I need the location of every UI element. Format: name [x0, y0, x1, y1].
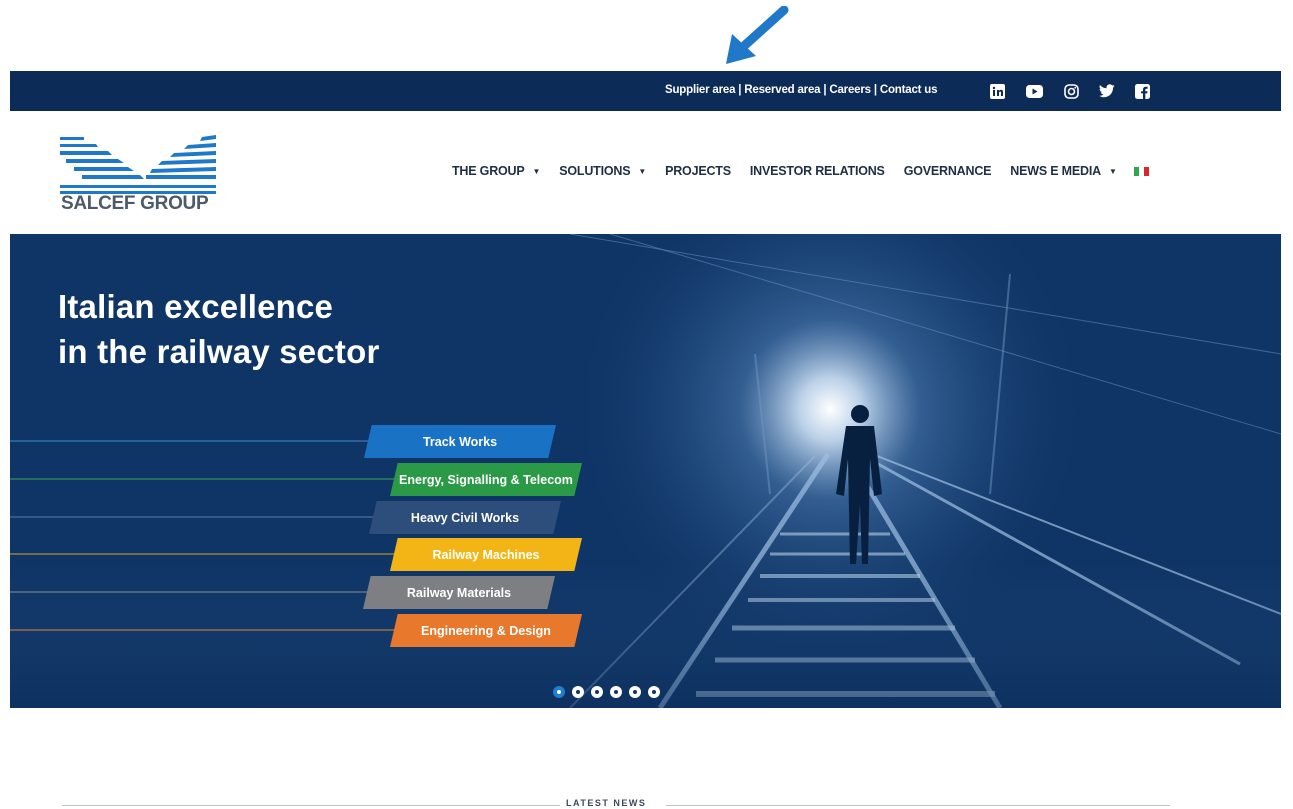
- chevron-down-icon: ▼: [532, 166, 541, 176]
- top-links: Supplier area | Reserved area | Careers | Cont…: [665, 84, 937, 96]
- chevron-down-icon: ▼: [1108, 166, 1117, 176]
- chevron-down-icon: ▼: [638, 166, 647, 176]
- instagram-icon[interactable]: [1062, 82, 1080, 100]
- nav-news-e-media[interactable]: NEWS E MEDIA ▼: [1010, 164, 1117, 178]
- facebook-icon[interactable]: [1133, 82, 1151, 100]
- separator: |: [873, 84, 877, 96]
- page: Supplier area | Reserved area | Careers | Cont…: [0, 0, 1293, 809]
- nav-governance[interactable]: GOVERNANCE: [904, 164, 992, 178]
- nav-label: PROJECTS: [665, 164, 731, 178]
- site-header: SALCEF GROUP THE GROUP ▼ SOLUTIONS ▼ PRO…: [10, 111, 1281, 234]
- careers-link[interactable]: Careers: [829, 84, 871, 96]
- divider: [62, 805, 560, 806]
- tag-energy-signalling-telecom[interactable]: Energy, Signalling & Telecom: [390, 463, 582, 496]
- tag-railway-materials[interactable]: Railway Materials: [363, 576, 555, 609]
- linkedin-icon[interactable]: [988, 82, 1006, 100]
- nav-projects[interactable]: PROJECTS: [665, 164, 731, 178]
- tag-engineering-design[interactable]: Engineering & Design: [390, 614, 582, 647]
- divider: [666, 805, 1170, 806]
- twitter-icon[interactable]: [1098, 82, 1116, 100]
- logo-text: SALCEF GROUP: [61, 193, 209, 214]
- nav-label: INVESTOR RELATIONS: [749, 164, 885, 178]
- slide-dot-6[interactable]: [648, 686, 660, 698]
- slide-dot-3[interactable]: [591, 686, 603, 698]
- slide-dot-1[interactable]: [553, 686, 565, 698]
- tag-heavy-civil-works[interactable]: Heavy Civil Works: [369, 501, 561, 534]
- youtube-icon[interactable]: [1025, 82, 1043, 100]
- top-bar: Supplier area | Reserved area | Careers | Cont…: [10, 71, 1281, 111]
- slide-dot-2[interactable]: [572, 686, 584, 698]
- nav-label: GOVERNANCE: [903, 164, 992, 178]
- tag-track-works[interactable]: Track Works: [364, 425, 556, 458]
- nav-solutions[interactable]: SOLUTIONS ▼: [559, 164, 646, 178]
- nav-label: NEWS E MEDIA: [1010, 164, 1101, 178]
- contact-us-link[interactable]: Contact us: [880, 84, 938, 96]
- main-nav: THE GROUP ▼ SOLUTIONS ▼ PROJECTS INVESTO…: [452, 164, 1149, 178]
- italian-flag-icon[interactable]: [1133, 166, 1149, 176]
- slide-dot-5[interactable]: [629, 686, 641, 698]
- separator: |: [823, 84, 827, 96]
- slide-dot-4[interactable]: [610, 686, 622, 698]
- reserved-area-link[interactable]: Reserved area: [744, 84, 820, 96]
- annotation-arrow-icon: [726, 6, 789, 64]
- slider-dots: [553, 686, 660, 698]
- nav-investor-relations[interactable]: INVESTOR RELATIONS: [750, 164, 885, 178]
- nav-label: THE GROUP: [452, 164, 525, 178]
- supplier-area-link[interactable]: Supplier area: [665, 84, 735, 96]
- hero-slider: Italian excellence in the railway sector…: [10, 234, 1281, 708]
- nav-label: SOLUTIONS: [559, 164, 631, 178]
- separator: |: [738, 84, 742, 96]
- nav-the-group[interactable]: THE GROUP ▼: [452, 164, 540, 178]
- latest-news-heading: LATEST NEWS: [566, 798, 647, 808]
- tag-railway-machines[interactable]: Railway Machines: [390, 538, 582, 571]
